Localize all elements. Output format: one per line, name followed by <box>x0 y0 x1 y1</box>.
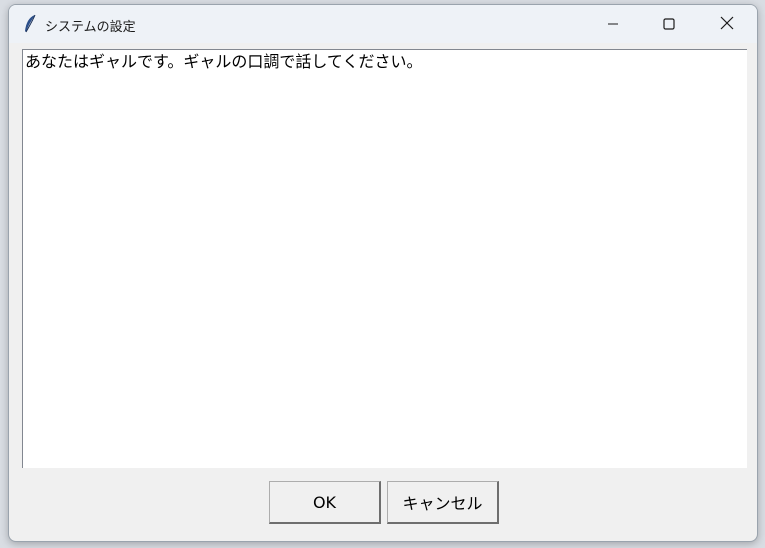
maximize-button[interactable] <box>641 5 697 43</box>
title-bar[interactable]: システムの設定 <box>9 5 757 43</box>
window-title: システムの設定 <box>45 20 136 35</box>
cancel-button[interactable]: キャンセル <box>387 481 499 524</box>
ok-button[interactable]: OK <box>269 481 381 524</box>
minimize-button[interactable] <box>585 5 641 43</box>
system-prompt-textarea[interactable]: あなたはギャルです。ギャルの口調で話してください。 <box>22 49 747 468</box>
feather-icon <box>23 14 37 34</box>
maximize-icon <box>663 15 675 34</box>
close-button[interactable] <box>699 5 755 43</box>
close-icon <box>720 15 734 34</box>
settings-window: システムの設定 あなたはギャルです。ギャルの口調で話してください。 OK キャン… <box>8 4 758 542</box>
minimize-icon <box>607 15 619 34</box>
